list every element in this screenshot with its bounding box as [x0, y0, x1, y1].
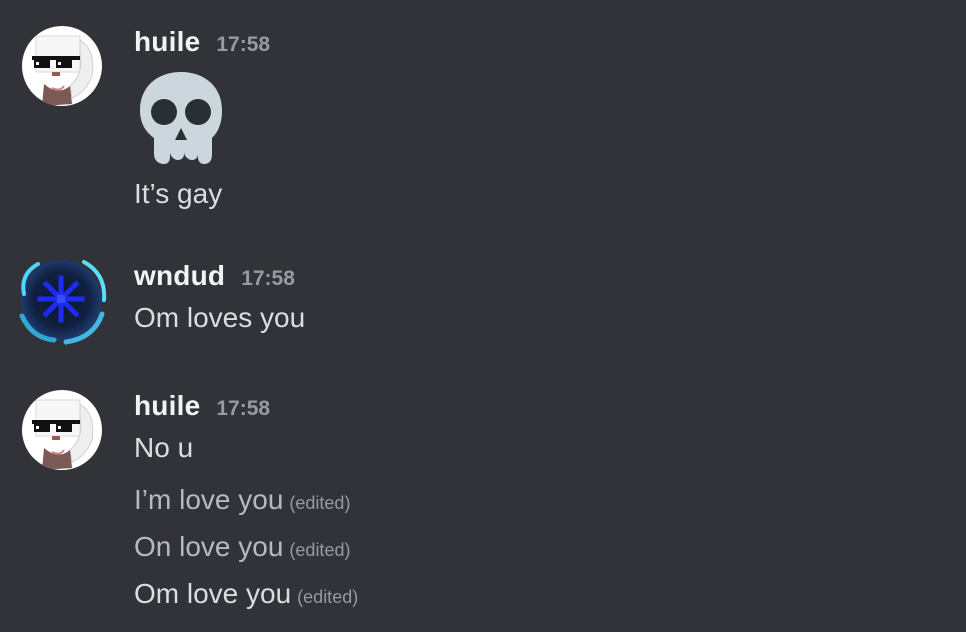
message-header: wndud 17:58	[134, 260, 966, 296]
edited-label: (edited)	[289, 493, 351, 513]
timestamp[interactable]: 17:58	[216, 33, 270, 57]
avatar[interactable]	[14, 254, 108, 348]
edited-label: (edited)	[297, 587, 359, 607]
avatar[interactable]	[22, 26, 102, 106]
message-text: It’s gay	[134, 178, 223, 209]
message-text-content: No u	[134, 432, 194, 463]
username[interactable]: huile	[134, 390, 200, 422]
message-text-content: Om love you	[134, 578, 292, 609]
timestamp[interactable]: 17:58	[241, 267, 295, 291]
message-header: huile 17:58	[134, 26, 966, 62]
skull-emoji-icon[interactable]	[134, 68, 228, 166]
message-text: I’m love you (edited)	[134, 478, 966, 525]
sunglasses-cat-avatar-icon	[22, 26, 102, 106]
username[interactable]: huile	[134, 26, 200, 58]
message-content: huile 17:58 No u I’m love you (edited) On…	[134, 390, 966, 619]
timestamp[interactable]: 17:58	[216, 397, 270, 421]
message-text-content: I’m love you	[134, 484, 284, 515]
message-text: On love you (edited)	[134, 525, 966, 572]
blue-swirl-avatar-icon	[19, 260, 107, 345]
message-content: huile 17:58 It’s gay	[134, 26, 966, 216]
message-text-content: On love you	[134, 531, 284, 562]
message-header: huile 17:58	[134, 390, 966, 426]
message-text: Om love you (edited)	[134, 572, 966, 619]
sunglasses-cat-avatar-icon	[22, 390, 102, 470]
chat-messages: huile 17:58 It’s gay wndud 17:58 Om love…	[0, 0, 966, 632]
message-content: wndud 17:58 Om loves you	[134, 260, 966, 340]
edited-label: (edited)	[289, 540, 351, 560]
message-text: Om loves you	[134, 302, 306, 333]
avatar[interactable]	[22, 390, 102, 470]
username[interactable]: wndud	[134, 260, 225, 292]
message-text: No u	[134, 426, 966, 470]
